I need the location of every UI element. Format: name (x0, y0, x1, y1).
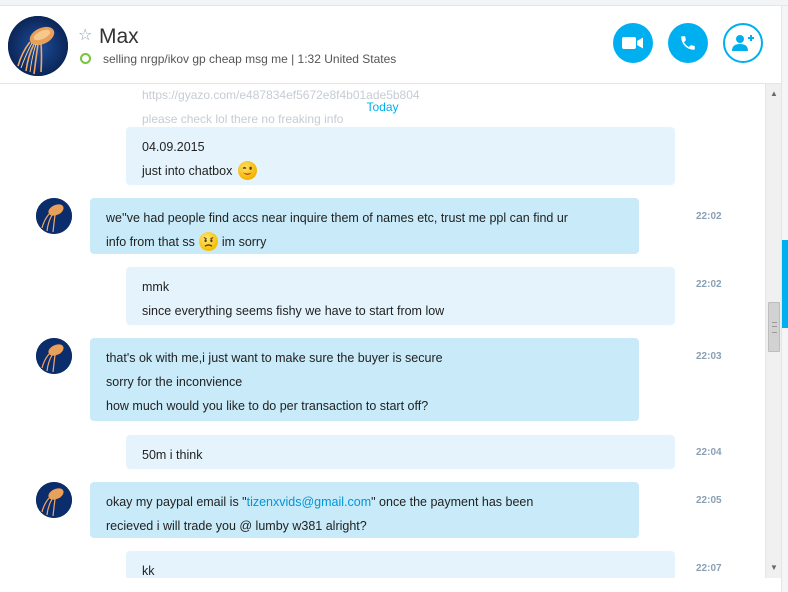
message-text: recieved i will trade you @ lumby w381 a… (106, 519, 367, 533)
message-text: mmk (142, 280, 170, 294)
message-timestamp: 22:04 (696, 447, 722, 458)
message-timestamp: 22:03 (696, 351, 722, 362)
chat-history[interactable]: https://gyazo.com/e487834ef5672e8f4b01ad… (0, 85, 765, 578)
contact-avatar[interactable] (36, 338, 72, 374)
video-call-button[interactable] (613, 23, 653, 63)
message-text: how much would you like to do per transa… (106, 399, 429, 413)
message-text: sorry for the inconvience (106, 375, 243, 389)
sent-message[interactable]: 50m i think (126, 435, 675, 469)
message-text: info from that ss im sorry (106, 230, 623, 254)
video-camera-icon (622, 37, 643, 49)
message-timestamp: 22:02 (696, 279, 722, 290)
message-text: kk (142, 564, 155, 578)
message-text: just into chatbox (142, 159, 659, 183)
side-panel-handle[interactable] (782, 240, 788, 328)
phone-icon (681, 36, 695, 50)
add-contact-button[interactable] (723, 23, 763, 63)
contact-mood-message: selling nrgp/ikov gp cheap msg me | 1:32… (103, 52, 397, 66)
received-message[interactable]: we''ve had people find accs near inquire… (90, 198, 639, 254)
message-text-part: info from that ss (106, 235, 195, 249)
message-text-part: " once the payment has been (371, 495, 534, 509)
sent-message[interactable]: kk (126, 551, 675, 578)
contact-avatar[interactable] (36, 482, 72, 518)
conversation-header: ☆ Max selling nrgp/ikov gp cheap msg me … (0, 6, 788, 84)
date-divider: Today (366, 100, 399, 114)
message-text-part: im sorry (221, 235, 267, 249)
message-text: 04.09.2015 (142, 140, 205, 154)
message-text: we''ve had people find accs near inquire… (106, 211, 568, 225)
message-text: 50m i think (142, 448, 203, 462)
received-message[interactable]: that's ok with me,i just want to make su… (90, 338, 639, 421)
wink-emoji-icon (237, 161, 257, 181)
message-timestamp: 22:02 (696, 211, 722, 222)
voice-call-button[interactable] (668, 23, 708, 63)
worried-emoji-icon (199, 232, 219, 252)
message-text: that's ok with me,i just want to make su… (106, 351, 443, 365)
message-timestamp: 22:07 (696, 563, 722, 574)
faded-previous-message: please check lol there no freaking info (142, 112, 344, 126)
contact-avatar[interactable] (8, 16, 68, 76)
message-timestamp: 22:05 (696, 495, 722, 506)
sent-message[interactable]: 04.09.2015 just into chatbox (126, 127, 675, 185)
contact-avatar[interactable] (36, 198, 72, 234)
message-text: okay my paypal email is "tizenxvids@gmai… (106, 490, 623, 514)
chat-scrollbar[interactable]: ▲ ▼ (765, 84, 782, 578)
message-text-part: okay my paypal email is " (106, 495, 247, 509)
scrollbar-thumb[interactable] (768, 302, 780, 352)
add-person-icon (732, 35, 754, 51)
contact-name: Max (99, 25, 139, 48)
message-text: since everything seems fishy we have to … (142, 304, 445, 318)
scroll-down-arrow-icon[interactable]: ▼ (766, 560, 782, 574)
sent-message[interactable]: mmk since everything seems fishy we have… (126, 267, 675, 325)
presence-status-icon (80, 53, 91, 64)
received-message[interactable]: okay my paypal email is "tizenxvids@gmai… (90, 482, 639, 538)
email-link[interactable]: tizenxvids@gmail.com (247, 495, 372, 509)
scroll-up-arrow-icon[interactable]: ▲ (766, 86, 782, 100)
favorite-star-icon[interactable]: ☆ (78, 28, 92, 44)
message-text-part: just into chatbox (142, 164, 233, 178)
